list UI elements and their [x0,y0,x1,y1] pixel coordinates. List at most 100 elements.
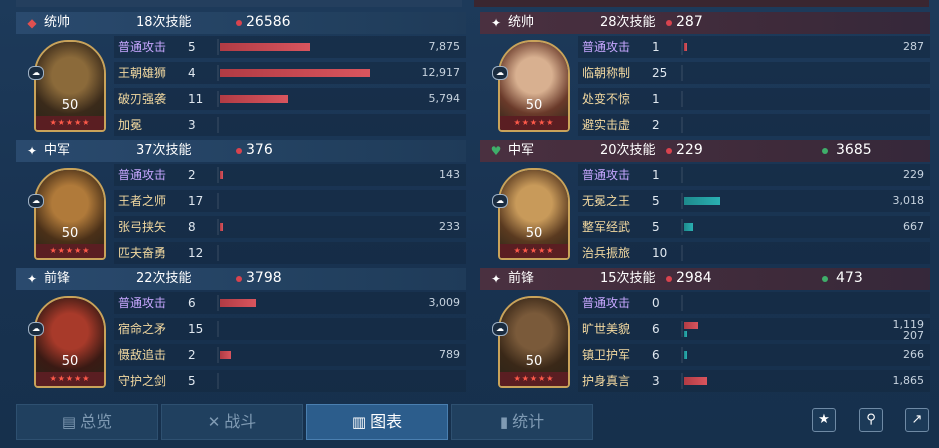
plus-icon: ✦ [490,16,502,30]
skill-row: 守护之剑 5 [114,370,466,392]
star-button[interactable]: ★ [812,408,836,432]
skill-row: 王朝雄狮 4 12,917 [114,62,466,84]
skill-heal-bar [684,331,687,337]
heal-total: 3685 [836,142,872,158]
skill-row: 普通攻击 5 7,875 [114,36,466,58]
top-strip [0,0,939,8]
skill-damage-value: 266 [903,348,924,361]
skill-name: 王者之师 [118,194,167,208]
hero-level: 50 [525,354,543,369]
skill-name: 普通攻击 [118,296,167,310]
hero-stars: ★★★★★ [500,372,568,386]
skill-times: 2 [652,118,660,132]
skill-damage-value: 287 [903,40,924,53]
skill-row-bg [578,114,930,136]
tab-overview-label: 总览 [80,412,113,431]
skill-name: 宿命之矛 [118,322,167,336]
skill-times: 0 [652,296,660,310]
hero-stars: ★★★★★ [500,116,568,130]
skill-damage-value: 3,009 [428,296,461,309]
skill-times: 2 [188,168,196,182]
damage-total: 229 [676,142,703,158]
tab-stats[interactable]: ▮ 统计 [451,404,593,440]
troop-type-icon: ☁ [492,66,508,80]
skill-row-bg [114,216,466,238]
skill-name: 王朝雄狮 [118,66,167,80]
hero-avatar[interactable]: 50 ★★★★★ [34,296,106,388]
skill-row: 慑敌追击 2 789 [114,344,466,366]
hero-avatar[interactable]: 50 ★★★★★ [34,40,106,132]
skill-separator [681,219,683,235]
hero-panel-left-2: ✦ 前锋 22次技能 3798 50 ★★★★★ ☁ 普通攻击 6 3,009 宿命之矛 15 慑敌追击… [16,268,466,392]
skill-damage-bar [684,43,687,51]
heart-diamond-icon: ♥ [490,144,502,158]
plus-icon: ✦ [26,272,38,286]
crossed-swords-icon: ✕ [207,413,221,431]
skill-count: 18次技能 [136,15,192,30]
chart-icon: ▥ [351,413,367,431]
pin-icon: ⚲ [866,412,876,427]
hero-avatar[interactable]: 50 ★★★★★ [498,40,570,132]
skill-times: 1 [652,168,660,182]
skill-damage-bar [220,299,256,307]
skill-times: 4 [188,66,196,80]
skill-name: 整军经武 [582,220,631,234]
heal-dot [822,148,828,154]
skill-name: 避实击虚 [582,118,631,132]
troop-type-icon: ☁ [28,322,44,336]
skill-separator [217,347,219,363]
location-button[interactable]: ⚲ [859,408,883,432]
skill-times: 2 [188,348,196,362]
skill-row-bg [578,242,930,264]
hero-stars: ★★★★★ [36,244,104,258]
skill-damage-bar [684,377,707,385]
skill-row-bg [578,62,930,84]
skill-damage-value: 3,018 [892,194,925,207]
skill-times: 11 [188,92,204,106]
damage-total: 287 [676,14,703,30]
damage-dot [666,20,672,26]
skill-row-bg [114,164,466,186]
tab-battle-label: 战斗 [224,412,257,431]
skill-separator [217,193,219,209]
skill-times: 6 [652,322,660,336]
skill-damage-value: 12,917 [421,66,461,79]
hero-stars: ★★★★★ [500,244,568,258]
top-strip-right [474,0,929,7]
skill-damage-value: 233 [439,220,460,233]
tab-chart[interactable]: ▥ 图表 [306,404,448,440]
skill-row-bg [114,292,466,314]
damage-total: 376 [246,142,273,158]
plus-icon: ✦ [490,272,502,286]
hero-avatar[interactable]: 50 ★★★★★ [34,168,106,260]
skill-name: 治兵振旅 [582,246,631,260]
hero-avatar[interactable]: 50 ★★★★★ [498,296,570,388]
skill-times: 17 [188,194,204,208]
skill-name: 镇卫护军 [582,348,631,362]
hero-panel-right-2: ✦ 前锋 15次技能 2984 473 50 ★★★★★ ☁ 普通攻击 0 旷世美貌 6 1,119 20… [480,268,930,392]
skill-row: 加冕 3 [114,114,466,136]
skill-row-bg [578,88,930,110]
tab-overview[interactable]: ▤ 总览 [16,404,158,440]
skill-row: 避实击虚 2 [578,114,930,136]
hero-role: 前锋 [508,271,535,286]
hero-level: 50 [61,98,79,113]
hero-role: 统帅 [508,15,535,30]
skill-separator [217,91,219,107]
skill-times: 8 [188,220,196,234]
skill-row: 破刃强袭 11 5,794 [114,88,466,110]
troop-type-icon: ☁ [28,194,44,208]
skill-damage-value: 789 [439,348,460,361]
star-icon: ★ [818,412,830,427]
skill-count: 28次技能 [600,15,656,30]
skill-damage-value: 5,794 [428,92,461,105]
skill-times: 3 [188,118,196,132]
tab-battle[interactable]: ✕ 战斗 [161,404,303,440]
share-button[interactable]: ↗ [905,408,929,432]
top-strip-left [16,0,462,7]
hero-level: 50 [525,226,543,241]
skill-row-bg [578,344,930,366]
hero-avatar[interactable]: 50 ★★★★★ [498,168,570,260]
skill-separator [681,295,683,311]
skill-name: 无冕之王 [582,194,631,208]
